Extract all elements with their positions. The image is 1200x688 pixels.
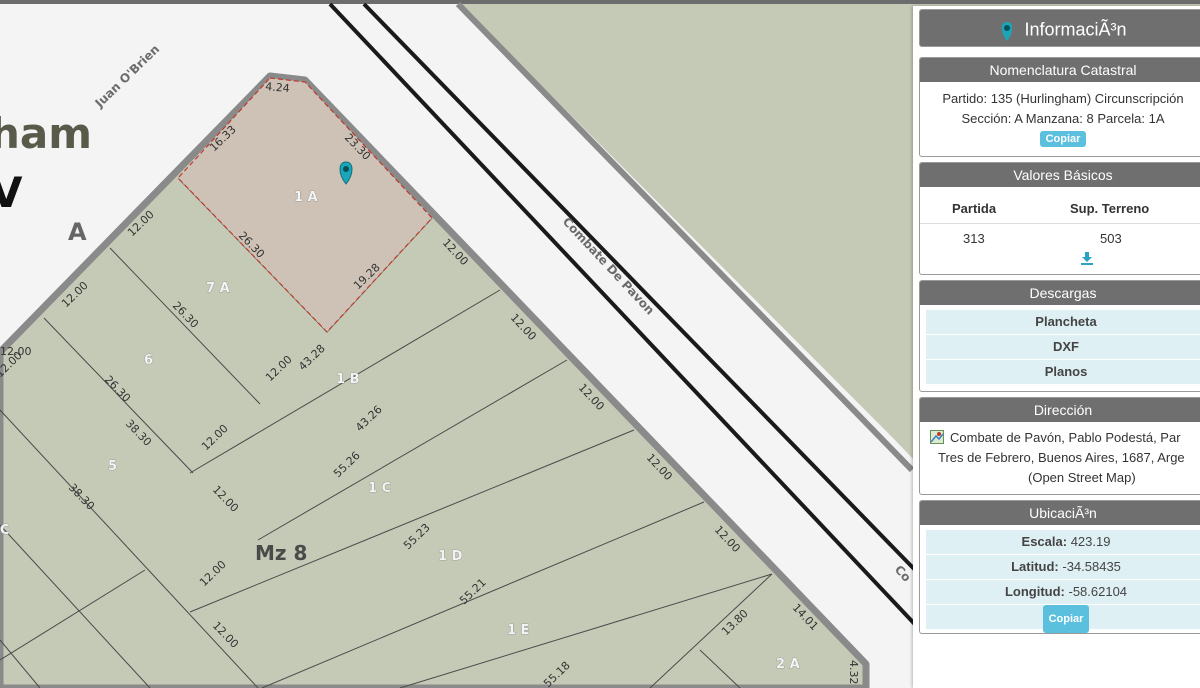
download-dxf-link[interactable]: DXF bbox=[926, 335, 1200, 360]
address-source[interactable]: (Open Street Map) bbox=[1028, 468, 1200, 488]
nomenclatura-card: Nomenclatura Catastral Partido: 135 (Hur… bbox=[919, 57, 1200, 157]
latitud-value: -34.58435 bbox=[1062, 559, 1121, 574]
address-line1: Combate de Pavón, Pablo Podestá, Par bbox=[950, 430, 1181, 445]
parcel-label: 6 bbox=[144, 353, 153, 368]
longitud-label: Longitud: bbox=[1004, 584, 1065, 599]
info-panel: InformaciÃ³n Nomenclatura Catastral Part… bbox=[913, 6, 1200, 688]
longitud-row: Longitud: -58.62104 bbox=[926, 580, 1200, 605]
parcel-label: C bbox=[0, 523, 10, 538]
parcel-label: 2 A bbox=[776, 657, 800, 672]
ubicacion-header: UbicaciÃ³n bbox=[920, 501, 1200, 525]
descargas-card: Descargas Plancheta DXF Planos bbox=[919, 280, 1200, 392]
parcel-label: 1 E bbox=[507, 623, 529, 638]
locality-label: ham bbox=[0, 109, 92, 158]
longitud-value: -58.62104 bbox=[1068, 584, 1128, 599]
val-sup: 503 bbox=[1100, 231, 1122, 246]
escala-value: 423.19 bbox=[1070, 534, 1111, 549]
direccion-header: Dirección bbox=[920, 398, 1200, 422]
address-line2: Tres de Febrero, Buenos Aires, 1687, Arg… bbox=[938, 450, 1185, 465]
download-icon[interactable] bbox=[1080, 251, 1094, 265]
locality-label-2: V bbox=[0, 168, 23, 217]
block-label: Mz 8 bbox=[255, 541, 307, 565]
val-partida: 313 bbox=[963, 231, 985, 246]
parcel-label: 1 B bbox=[336, 372, 359, 387]
parcel-label: 7 A bbox=[206, 281, 230, 296]
dimension-label: 12.00 bbox=[0, 345, 32, 358]
nomenclatura-line2: Sección: A Manzana: 8 Parcela: 1A bbox=[961, 111, 1165, 126]
parcel-label: 5 bbox=[108, 459, 117, 474]
valores-card: Valores Básicos Partida Sup. Terreno 313… bbox=[919, 162, 1200, 275]
col-sup-header: Sup. Terreno bbox=[1070, 201, 1150, 216]
map-icon[interactable] bbox=[930, 430, 944, 444]
nomenclatura-line1: Partido: 135 (Hurlingham) Circunscripció… bbox=[942, 91, 1184, 106]
street-juan-obrien: Juan O'Brien bbox=[92, 42, 163, 111]
escala-label: Escala: bbox=[1021, 534, 1068, 549]
dimension-label: 4.32 bbox=[847, 660, 860, 685]
parcel-label: 1 A bbox=[294, 190, 318, 205]
escala-row: Escala: 423.19 bbox=[926, 530, 1200, 555]
valores-header: Valores Básicos bbox=[920, 163, 1200, 187]
info-title-card: InformaciÃ³n bbox=[919, 9, 1200, 47]
col-partida-header: Partida bbox=[952, 201, 997, 216]
latitud-label: Latitud: bbox=[1011, 559, 1059, 574]
direccion-card: Dirección Combate de Pavón, Pablo Podest… bbox=[919, 397, 1200, 495]
ubicacion-card: UbicaciÃ³n Escala: 423.19 Latitud: -34.5… bbox=[919, 500, 1200, 634]
dimension-label: 4.24 bbox=[265, 80, 291, 95]
descargas-header: Descargas bbox=[920, 281, 1200, 305]
nomenclatura-header: Nomenclatura Catastral bbox=[920, 58, 1200, 82]
copy-ubicacion-button[interactable]: Copiar bbox=[1042, 605, 1090, 633]
section-label: A bbox=[68, 218, 87, 246]
map-marker-icon bbox=[999, 18, 1015, 42]
info-title: InformaciÃ³n bbox=[1024, 19, 1127, 40]
parcel-label: 1 D bbox=[438, 549, 463, 564]
download-planos-link[interactable]: Planos bbox=[926, 360, 1200, 385]
latitud-row: Latitud: -34.58435 bbox=[926, 555, 1200, 580]
copy-nomenclatura-button[interactable]: Copiar bbox=[1039, 131, 1087, 147]
parcel-label: 1 C bbox=[368, 481, 391, 496]
download-plancheta-link[interactable]: Plancheta bbox=[926, 310, 1200, 335]
